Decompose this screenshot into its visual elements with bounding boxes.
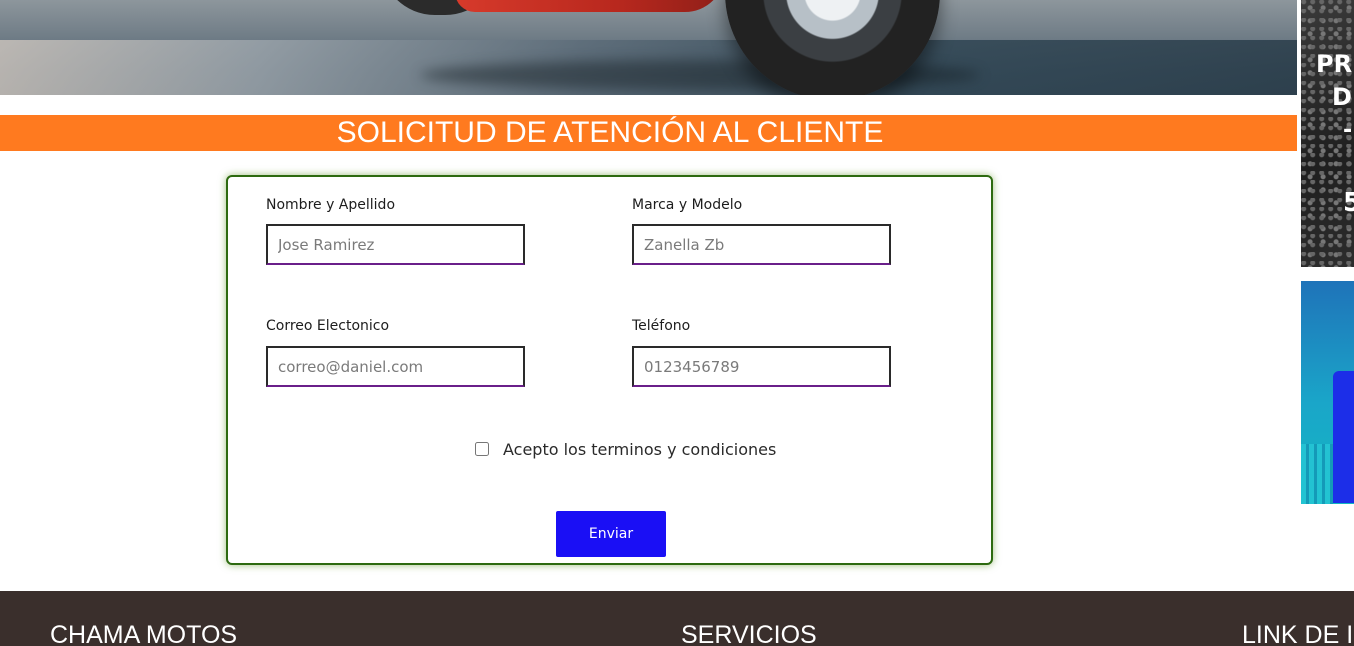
brand-model-input[interactable] [632,224,891,265]
sidebar-ad-promo[interactable]: PR D - 5 [1301,0,1354,267]
email-label: Correo Electonico [266,318,390,334]
terms-label[interactable]: Acepto los terminos y condiciones [503,440,776,459]
sidebar-ad-finance[interactable] [1301,281,1354,504]
ad-text-line-2: D [1332,83,1352,111]
section-banner: SOLICITUD DE ATENCIÓN AL CLIENTE [0,115,1297,151]
ad-text-line-3: - [1343,118,1353,143]
ad-chart-bars [1301,444,1333,504]
terms-checkbox[interactable] [475,442,489,456]
email-input[interactable] [266,346,525,387]
brand-model-label: Marca y Modelo [632,197,743,213]
phone-input[interactable] [632,346,891,387]
customer-service-form: Nombre y Apellido Marca y Modelo Correo … [226,175,993,565]
footer-title-brand: CHAMA MOTOS [50,621,238,646]
hero-motorcycle-image [0,0,1297,95]
ad-blue-panel [1333,371,1354,503]
ad-text-line-1: PR [1316,50,1353,78]
banner-title: SOLICITUD DE ATENCIÓN AL CLIENTE [336,116,884,149]
submit-button[interactable]: Enviar [556,511,666,557]
footer: CHAMA MOTOS SERVICIOS LINK DE I [0,591,1354,646]
name-label: Nombre y Apellido [266,197,396,213]
footer-title-services: SERVICIOS [681,621,817,646]
page: PR D - 5 SOLICITUD DE ATENCIÓN AL CLIENT… [0,0,1354,646]
ad-text-line-4: 5 [1343,188,1354,218]
phone-label: Teléfono [632,318,691,334]
name-input[interactable] [266,224,525,265]
terms-row: Acepto los terminos y condiciones [475,439,776,459]
motorcycle-bodywork [455,0,725,12]
footer-title-links: LINK DE I [1242,621,1354,646]
